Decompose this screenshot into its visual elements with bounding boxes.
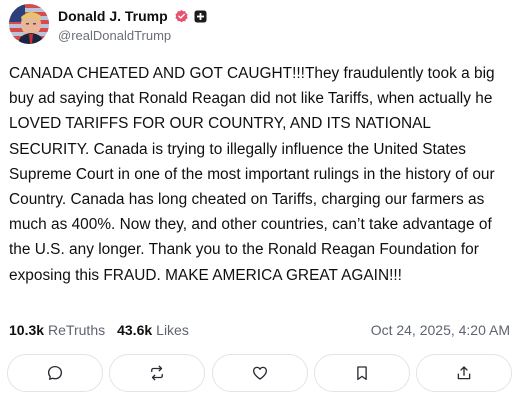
likes-label: Likes [156,322,189,338]
plus-square-icon [194,10,207,23]
profile-photo-icon [9,4,49,44]
avatar[interactable] [9,4,49,44]
handle[interactable]: @realDonaldTrump [58,28,207,43]
post-header: Donald J. Trump @realDonaldTrump [9,4,207,44]
post-stats: 10.3k ReTruths 43.6k Likes [9,320,201,340]
name-row: Donald J. Trump [58,6,207,26]
share-icon [457,366,471,380]
bookmark-button[interactable] [313,354,410,392]
retruths-stat[interactable]: 10.3k ReTruths [9,322,105,338]
likes-stat[interactable]: 43.6k Likes [117,322,189,338]
heart-icon [252,366,267,380]
likes-count: 43.6k [117,322,153,338]
display-name[interactable]: Donald J. Trump [58,8,168,24]
verified-badge-icon [174,9,189,24]
author-info: Donald J. Trump @realDonaldTrump [58,6,207,43]
like-button[interactable] [211,354,308,392]
reply-button[interactable] [7,354,103,392]
retruth-button[interactable] [109,354,206,392]
bookmark-icon [356,366,367,381]
action-bar [7,354,512,394]
post-timestamp[interactable]: Oct 24, 2025, 4:20 AM [371,320,510,340]
post-text: CANADA CHEATED AND GOT CAUGHT!!!They fra… [9,65,499,284]
share-button[interactable] [416,354,512,392]
comment-icon [47,365,63,380]
retruths-count: 10.3k [9,322,45,338]
retruths-label: ReTruths [48,322,106,338]
post-card: Donald J. Trump @realDonaldTrump CANADA … [0,0,519,402]
repost-icon [151,365,164,381]
